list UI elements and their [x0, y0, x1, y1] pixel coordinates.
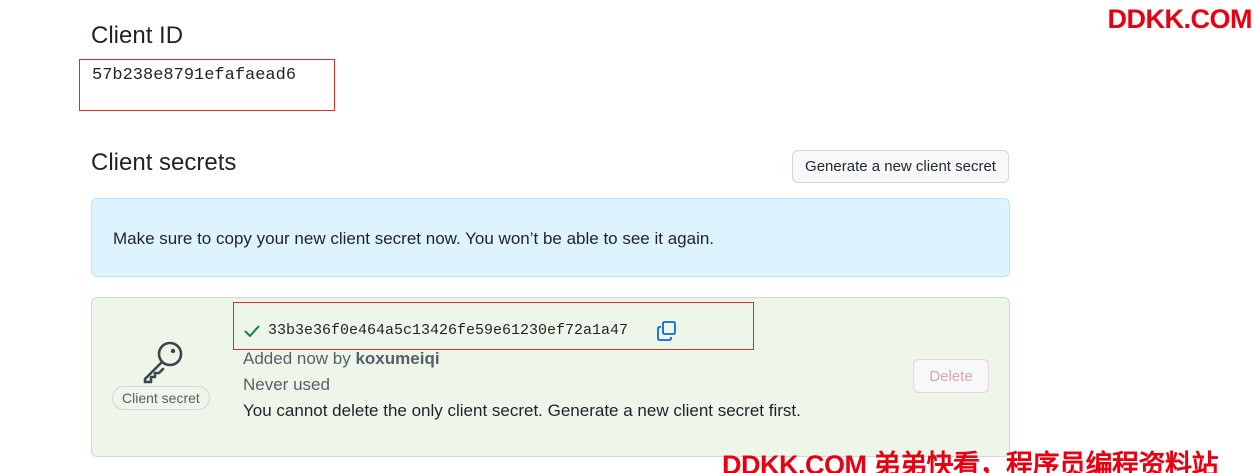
flash-notice-text: Make sure to copy your new client secret…: [113, 229, 715, 248]
watermark-top: DDKK.COM: [1107, 4, 1253, 34]
secret-usage-status: Never used: [243, 375, 330, 394]
generate-client-secret-button[interactable]: Generate a new client secret: [792, 150, 1009, 183]
client-secrets-heading: Client secrets: [91, 149, 237, 176]
client-id-heading: Client ID: [91, 22, 184, 49]
secret-added-by: Added now by koxumeiqi: [243, 349, 440, 369]
secret-delete-warning: You cannot delete the only client secret…: [243, 401, 801, 420]
key-icon: [140, 340, 186, 389]
watermark-bottom: DDKK.COM 弟弟快看，程序员编程资料站: [722, 450, 1219, 473]
added-by-user: koxumeiqi: [355, 349, 440, 368]
delete-secret-button: Delete: [913, 359, 989, 393]
client-secret-highlight-box: [233, 302, 754, 350]
client-id-highlight-box: [79, 59, 335, 111]
added-prefix: Added now by: [243, 349, 356, 368]
client-secret-label: Client secret: [112, 386, 210, 410]
